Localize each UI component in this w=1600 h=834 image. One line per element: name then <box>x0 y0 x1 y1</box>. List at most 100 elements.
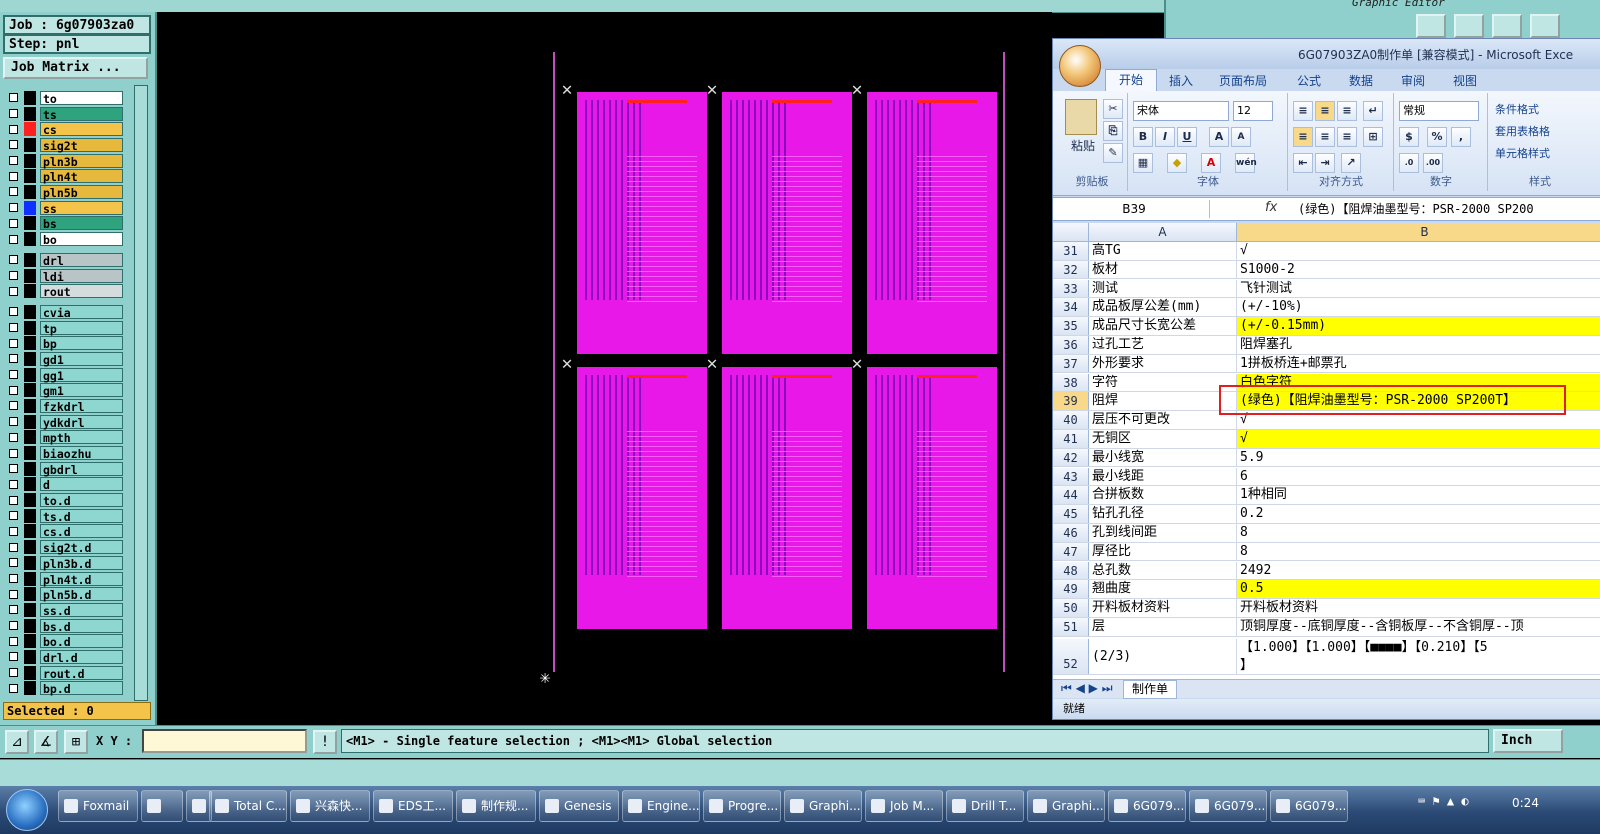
layer-checkbox[interactable] <box>9 234 18 244</box>
row-number[interactable]: 52 <box>1053 639 1089 674</box>
layer-checkbox[interactable] <box>9 140 18 150</box>
layer-color-swatch[interactable] <box>24 571 36 586</box>
align-left-icon[interactable]: ≡ <box>1293 127 1313 147</box>
layer-name[interactable]: d <box>40 477 123 492</box>
layer-row[interactable]: sig2t.d <box>5 539 123 555</box>
layer-name[interactable]: ss <box>40 200 123 216</box>
align-right-icon[interactable]: ≡ <box>1337 127 1357 147</box>
layer-row[interactable]: biaozhu <box>5 445 123 461</box>
row-number[interactable]: 36 <box>1053 336 1089 354</box>
cell-a[interactable]: 钻孔孔径 <box>1089 505 1237 523</box>
fill-color-icon[interactable]: ◆ <box>1167 153 1187 173</box>
layer-checkbox[interactable] <box>9 354 18 364</box>
cell-b[interactable]: 1种相同 <box>1237 486 1600 504</box>
taskbar-item[interactable]: Genesis <box>539 790 619 822</box>
layer-color-swatch[interactable] <box>24 137 36 152</box>
layer-checkbox[interactable] <box>9 385 18 395</box>
layer-scrollbar[interactable] <box>134 85 148 701</box>
cell-a[interactable]: 高TG <box>1089 242 1237 260</box>
tab-data[interactable]: 数据 <box>1349 72 1373 89</box>
row-number[interactable]: 41 <box>1053 430 1089 448</box>
window-button-icon[interactable] <box>1530 14 1560 38</box>
angle-icon[interactable]: ∡ <box>34 730 58 754</box>
table-row[interactable]: 47 厚径比 8 <box>1053 542 1600 562</box>
layer-color-swatch[interactable] <box>24 153 36 168</box>
table-row[interactable]: 51 层顶铜厚度--底铜厚度--含铜板厚--不含铜厚--顶 <box>1053 618 1600 637</box>
cell-a[interactable]: 层压不可更改 <box>1089 411 1237 429</box>
layer-row[interactable]: to.d <box>5 492 123 508</box>
formula-content[interactable]: (绿色)【阻焊油墨型号：PSR-2000 SP200 <box>1298 200 1534 217</box>
table-row[interactable]: 37 外形要求 1拼板桥连+邮票孔 <box>1053 354 1600 374</box>
layer-row[interactable]: ldi <box>5 268 123 284</box>
cell-b[interactable]: 6 <box>1237 468 1600 486</box>
layer-checkbox[interactable] <box>9 417 18 427</box>
row-number[interactable]: 51 <box>1053 618 1089 636</box>
layer-name[interactable]: fzkdrl <box>40 398 123 414</box>
cell-b[interactable]: 阻焊塞孔 <box>1237 336 1600 354</box>
layer-row[interactable]: pln3b.d <box>5 555 123 571</box>
layer-checkbox[interactable] <box>9 495 18 505</box>
layer-color-swatch[interactable] <box>24 540 36 555</box>
layer-row[interactable]: tp <box>5 320 123 336</box>
table-row[interactable]: 36 过孔工艺 阻焊塞孔 <box>1053 336 1600 355</box>
layer-row[interactable]: pln3b <box>5 153 123 169</box>
cell-a[interactable]: 无铜区 <box>1089 430 1237 448</box>
layer-row[interactable]: pln4t.d <box>5 571 123 587</box>
layer-name[interactable]: pln4t <box>40 169 123 184</box>
window-button-icon[interactable] <box>1416 14 1446 38</box>
table-row[interactable]: 41 无铜区 √ <box>1053 430 1600 449</box>
table-row[interactable]: 31 高TG √ <box>1053 242 1600 261</box>
taskbar-item[interactable]: 6G079... <box>1108 790 1186 822</box>
format-as-table-button[interactable]: 套用表格格 <box>1495 123 1550 139</box>
sheet-nav-icon[interactable]: ⏮ ◀ ▶ ⏭ <box>1061 681 1113 696</box>
cell-a[interactable]: 成品板厚公差(mm) <box>1089 298 1237 316</box>
taskbar-item[interactable]: Engine... <box>622 790 700 822</box>
layer-row[interactable]: bo.d <box>5 633 123 649</box>
layer-color-swatch[interactable] <box>24 618 36 633</box>
font-size-select[interactable]: 12 <box>1233 101 1273 121</box>
layer-row[interactable]: mpth <box>5 430 123 445</box>
underline-icon[interactable]: U <box>1177 127 1197 147</box>
layer-name[interactable]: sig2t <box>40 137 123 153</box>
taskbar-item[interactable]: 6G079... <box>1189 790 1267 822</box>
currency-icon[interactable]: $ <box>1399 127 1419 147</box>
layer-name[interactable]: ts.d <box>40 508 123 524</box>
layer-row[interactable]: bs <box>5 216 123 231</box>
row-number[interactable]: 40 <box>1053 411 1089 429</box>
bold-icon[interactable]: B <box>1133 127 1153 147</box>
spreadsheet-grid[interactable]: A B 31 高TG √ 32 板材 S1000-2 33 测试 飞针测试 34 成品板厚公差(mm… <box>1053 223 1600 679</box>
layer-checkbox[interactable] <box>9 124 18 134</box>
cell-a[interactable]: 孔到线间距 <box>1089 524 1237 542</box>
align-top-icon[interactable]: ≡ <box>1293 101 1313 121</box>
cell-b[interactable]: 2492 <box>1237 562 1600 580</box>
italic-icon[interactable]: I <box>1155 127 1175 147</box>
layer-name[interactable]: ydkdrl <box>40 414 123 430</box>
format-painter-icon[interactable]: ✎ <box>1103 143 1123 163</box>
row-number[interactable]: 35 <box>1053 317 1089 335</box>
layer-row[interactable]: sig2t <box>5 137 123 153</box>
layer-checkbox[interactable] <box>9 621 18 631</box>
layer-checkbox[interactable] <box>9 286 18 296</box>
percent-icon[interactable]: % <box>1427 127 1447 147</box>
layer-row[interactable]: gm1 <box>5 382 123 398</box>
layer-color-swatch[interactable] <box>24 90 36 105</box>
cell-a[interactable]: 最小线宽 <box>1089 448 1237 467</box>
cell-a[interactable]: (2/3) <box>1089 639 1237 674</box>
layer-row[interactable]: pln5b.d <box>5 586 123 602</box>
row-number[interactable]: 33 <box>1053 279 1089 298</box>
row-number[interactable]: 42 <box>1053 448 1089 467</box>
layer-checkbox[interactable] <box>9 93 18 103</box>
taskbar-item[interactable]: Total C... <box>209 790 287 822</box>
layer-color-swatch[interactable] <box>24 649 36 664</box>
layer-color-swatch[interactable] <box>24 461 36 476</box>
taskbar-item[interactable] <box>141 790 183 822</box>
layer-row[interactable]: ss <box>5 200 123 216</box>
layer-color-swatch[interactable] <box>24 367 36 382</box>
increase-decimal-icon[interactable]: .0 <box>1399 153 1419 173</box>
layer-row[interactable]: cvia <box>5 304 123 320</box>
cell-a[interactable]: 过孔工艺 <box>1089 336 1237 354</box>
cell-b[interactable]: 5.9 <box>1237 449 1600 467</box>
layer-color-swatch[interactable] <box>24 681 36 696</box>
select-all-corner[interactable] <box>1053 223 1089 241</box>
layer-color-swatch[interactable] <box>24 336 36 351</box>
